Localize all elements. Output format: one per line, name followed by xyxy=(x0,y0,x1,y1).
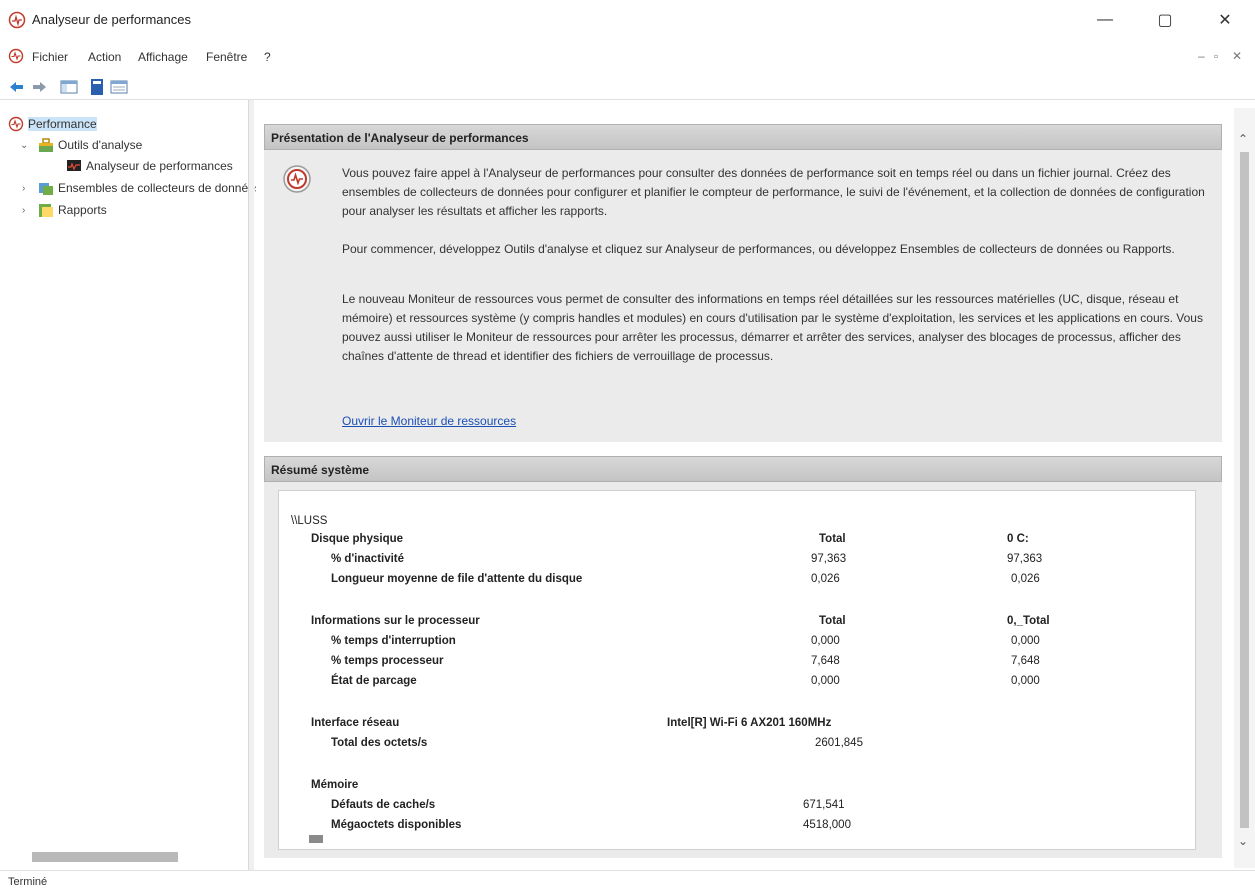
disk-col-total: Total xyxy=(819,533,846,545)
disk-title: Disque physique xyxy=(311,533,404,545)
help-icon[interactable] xyxy=(88,78,106,96)
mdi-restore-button[interactable]: ▫ xyxy=(1214,49,1218,63)
mem-row-label: Mégaoctets disponibles xyxy=(331,819,462,831)
expand-toggle-icon[interactable]: › xyxy=(22,183,25,194)
mem-title: Mémoire xyxy=(311,779,359,791)
menu-affichage[interactable]: Affichage xyxy=(138,50,188,64)
reports-icon xyxy=(39,204,53,217)
tree-item-ensembles[interactable]: Ensembles de collecteurs de données xyxy=(38,178,261,198)
main-pane: Présentation de l'Analyseur de performan… xyxy=(256,108,1234,868)
perfmon-overview-icon xyxy=(283,165,311,193)
maximize-button[interactable]: ▢ xyxy=(1135,0,1195,40)
perfmon-app-icon xyxy=(8,11,26,29)
tree-item-rapports[interactable]: Rapports xyxy=(38,200,107,220)
mdi-close-button[interactable]: ✕ xyxy=(1232,49,1242,63)
expand-toggle-icon[interactable]: ⌄ xyxy=(20,140,28,151)
summary-table: \\LUSS Disque physique Total 0 C: % d'in… xyxy=(278,490,1196,850)
close-button[interactable]: ✕ xyxy=(1195,0,1255,40)
cpu-row-label: % temps d'interruption xyxy=(331,635,456,647)
menu-fenetre[interactable]: Fenêtre xyxy=(206,50,247,64)
cpu-row-value: 0,000 xyxy=(1011,675,1040,687)
main-vertical-scrollbar[interactable]: ⌃ ⌄ xyxy=(1234,108,1255,868)
tree-item-label: Rapports xyxy=(58,203,107,217)
data-collector-sets-icon xyxy=(39,183,53,195)
toolbox-icon xyxy=(39,138,53,152)
tree-item-performance[interactable]: Performance xyxy=(8,114,97,134)
performance-monitor-icon xyxy=(67,160,81,171)
disk-col-drive: 0 C: xyxy=(1007,533,1029,545)
overview-paragraph-3: Le nouveau Moniteur de ressources vous p… xyxy=(342,292,1203,363)
perfmon-node-icon xyxy=(8,116,24,132)
net-row-value: 2601,845 xyxy=(815,737,863,749)
disk-row-value: 97,363 xyxy=(1007,553,1043,565)
open-resource-monitor-link[interactable]: Ouvrir le Moniteur de ressources xyxy=(342,414,516,428)
system-menu-icon[interactable] xyxy=(8,48,24,64)
overview-paragraph-1: Vous pouvez faire appel à l'Analyseur de… xyxy=(342,166,1205,218)
disk-row-label: % d'inactivité xyxy=(331,553,405,565)
net-row-label: Total des octets/s xyxy=(331,737,428,749)
net-col-adapter: Intel[R] Wi-Fi 6 AX201 160MHz xyxy=(667,717,832,729)
cpu-row-value: 0,000 xyxy=(1011,635,1040,647)
mem-row-value: 4518,000 xyxy=(803,819,851,831)
disk-row-value: 97,363 xyxy=(811,553,847,565)
back-icon[interactable] xyxy=(8,78,26,96)
scroll-down-icon[interactable]: ⌄ xyxy=(1238,834,1248,848)
minimize-button[interactable]: — xyxy=(1075,0,1135,40)
menu-fichier[interactable]: Fichier xyxy=(32,50,68,64)
menu-help[interactable]: ? xyxy=(264,50,271,64)
toolbar xyxy=(0,72,1255,100)
forward-icon[interactable] xyxy=(30,78,48,96)
tree-item-outils-analyse[interactable]: Outils d'analyse xyxy=(38,135,142,155)
console-tree: Performance ⌄ Outils d'analyse Analyseur… xyxy=(0,108,261,868)
mem-row-label: Défauts de cache/s xyxy=(331,799,436,811)
summary-horizontal-scrollbar[interactable] xyxy=(309,835,323,843)
tree-item-label: Performance xyxy=(28,117,97,131)
title-bar: Analyseur de performances — ▢ ✕ xyxy=(0,0,1255,40)
menu-bar: Fichier Action Affichage Fenêtre ? – ▫ ✕ xyxy=(0,44,1255,70)
show-hide-console-tree-icon[interactable] xyxy=(60,78,78,96)
menu-action[interactable]: Action xyxy=(88,50,121,64)
tree-item-label: Outils d'analyse xyxy=(58,138,143,152)
summary-header[interactable]: Résumé système xyxy=(264,456,1222,482)
cpu-row-label: % temps processeur xyxy=(331,655,444,667)
disk-row-label: Longueur moyenne de file d'attente du di… xyxy=(331,573,583,585)
cpu-col-total: Total xyxy=(819,615,846,627)
net-title: Interface réseau xyxy=(311,717,400,729)
cpu-row-value: 0,000 xyxy=(811,675,840,687)
cpu-col-instance: 0,_Total xyxy=(1007,615,1050,627)
tree-item-analyseur[interactable]: Analyseur de performances xyxy=(66,156,233,176)
pane-splitter[interactable] xyxy=(248,100,254,870)
tree-item-label: Analyseur de performances xyxy=(86,159,233,173)
status-bar: Terminé xyxy=(0,870,1255,892)
cpu-row-value: 0,000 xyxy=(811,635,840,647)
disk-row-value: 0,026 xyxy=(811,573,840,585)
window-title: Analyseur de performances xyxy=(32,12,191,27)
mdi-minimize-button[interactable]: – xyxy=(1198,49,1205,63)
scroll-up-icon[interactable]: ⌃ xyxy=(1238,132,1248,146)
cpu-row-value: 7,648 xyxy=(811,655,840,667)
mem-row-value: 671,541 xyxy=(803,799,845,811)
properties-icon[interactable] xyxy=(110,78,128,96)
cpu-title: Informations sur le processeur xyxy=(311,615,480,627)
summary-panel: \\LUSS Disque physique Total 0 C: % d'in… xyxy=(264,482,1222,858)
tree-horizontal-scrollbar[interactable] xyxy=(32,852,178,862)
overview-panel: Vous pouvez faire appel à l'Analyseur de… xyxy=(264,150,1222,442)
cpu-row-label: État de parcage xyxy=(331,675,417,687)
scroll-thumb[interactable] xyxy=(1240,152,1249,828)
disk-row-value: 0,026 xyxy=(1011,573,1040,585)
status-text: Terminé xyxy=(8,876,48,888)
overview-paragraph-2: Pour commencer, développez Outils d'anal… xyxy=(342,242,1175,256)
tree-item-label: Ensembles de collecteurs de données xyxy=(58,181,261,195)
cpu-row-value: 7,648 xyxy=(1011,655,1040,667)
overview-header[interactable]: Présentation de l'Analyseur de performan… xyxy=(264,124,1222,150)
host-name: \\LUSS xyxy=(291,515,328,527)
expand-toggle-icon[interactable]: › xyxy=(22,205,25,216)
